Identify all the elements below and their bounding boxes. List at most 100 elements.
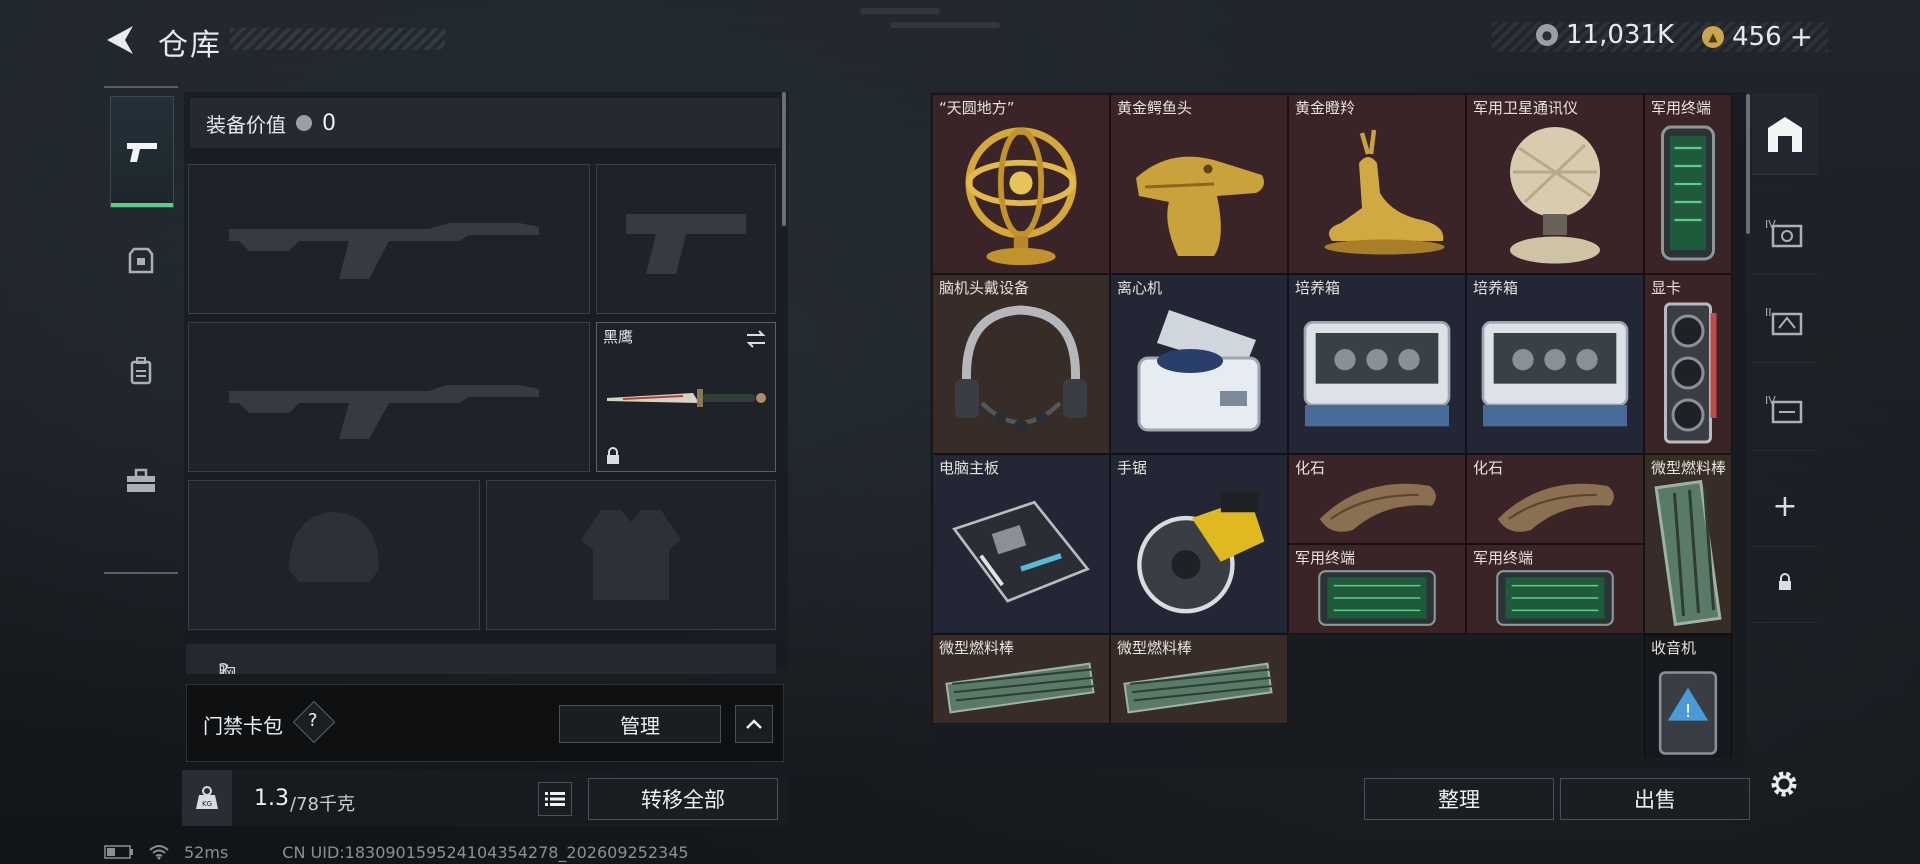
inventory-item[interactable]: 微型燃料棒 (932, 634, 1110, 724)
item-image (933, 653, 1109, 723)
inventory-item[interactable]: 军用终端 (1466, 544, 1644, 634)
sell-button[interactable]: 出售 (1560, 778, 1750, 820)
weight-icon-box: KG (182, 770, 232, 826)
tab-backpack[interactable] (110, 316, 172, 426)
inventory-item[interactable]: “天圆地方” (932, 94, 1110, 274)
back-button[interactable] (100, 20, 140, 60)
silver-coin-icon (296, 115, 312, 131)
helmet-slot[interactable] (188, 480, 480, 630)
list-icon (545, 792, 565, 806)
armillary-icon (965, 127, 1077, 266)
ping: 52ms (184, 842, 229, 862)
svg-text:II: II (1765, 306, 1772, 319)
warehouse-scrollbar[interactable] (1746, 94, 1750, 234)
tab-all-storage[interactable] (1752, 94, 1818, 175)
item-image (1111, 293, 1287, 453)
svg-text:!: ! (1684, 702, 1691, 722)
item-name: 电脑主板 (939, 459, 1000, 477)
item-image (1467, 563, 1643, 633)
melee-slot[interactable]: 黑鹰 (596, 322, 776, 472)
locked-storage-tab[interactable] (1752, 542, 1818, 623)
tab-storage-4a[interactable]: IV (1752, 194, 1818, 275)
inventory-item[interactable]: 化石 (1288, 454, 1466, 544)
loadout-scrollbar[interactable] (782, 92, 786, 226)
saw-icon (1137, 491, 1265, 614)
inventory-item[interactable]: 化石 (1466, 454, 1644, 544)
tab-toolbox[interactable] (110, 426, 172, 536)
inventory-item[interactable]: 显卡 (1644, 274, 1732, 454)
tab-armor[interactable] (110, 206, 172, 316)
item-image (1111, 653, 1287, 723)
terminal-h-icon (1318, 570, 1436, 626)
title-decoration (230, 28, 445, 50)
manage-button[interactable]: 管理 (559, 705, 721, 743)
inventory-item[interactable]: 脑机头戴设备 (932, 274, 1110, 454)
warehouse-icon (1768, 117, 1802, 152)
sidearm-slot[interactable] (596, 164, 776, 314)
silver-currency[interactable]: ● 11,031K (1536, 20, 1674, 50)
inventory-item[interactable]: 离心机 (1110, 274, 1288, 454)
svg-text:IV: IV (1765, 218, 1776, 231)
gold-add-button[interactable]: + (1790, 20, 1813, 53)
lock-icon (607, 447, 619, 464)
toolbox-icon (127, 468, 155, 492)
vest-count: 2 (218, 660, 230, 674)
svg-text:IV: IV (1765, 394, 1776, 407)
inventory-item[interactable]: 军用卫星通讯仪 (1466, 94, 1644, 274)
gear-icon (1771, 771, 1797, 797)
item-image: ! (1645, 653, 1731, 758)
inventory-item[interactable]: 培养箱 (1288, 274, 1466, 454)
item-name: 离心机 (1117, 279, 1163, 297)
item-name: 黄金鳄鱼头 (1117, 99, 1193, 117)
melee-slot-label: 黑鹰 (603, 328, 634, 346)
storage-box-icon: II (1765, 306, 1803, 336)
settings-button[interactable] (1764, 764, 1804, 804)
swap-icon[interactable] (745, 329, 767, 349)
expand-button[interactable] (735, 705, 773, 743)
secondary-weapon-slot[interactable] (188, 322, 590, 472)
primary-weapon-slot[interactable] (188, 164, 590, 314)
incubator-icon (1481, 321, 1629, 427)
pistol-icon (127, 143, 157, 162)
fuel-h-icon (1123, 662, 1275, 714)
vest-section[interactable]: 胸挂 2 (186, 644, 776, 674)
fuel-v-icon (1654, 479, 1722, 627)
inventory-item[interactable]: 手锯 (1110, 454, 1288, 634)
inventory-item[interactable]: 军用终端 (1288, 544, 1466, 634)
loadout-category-tabs (104, 86, 178, 574)
help-icon[interactable]: ? (308, 710, 318, 731)
inventory-item[interactable]: 培养箱 (1466, 274, 1644, 454)
item-name: 显卡 (1651, 279, 1682, 297)
transfer-all-button[interactable]: 转移全部 (588, 778, 778, 820)
storage-box-icon: IV (1765, 394, 1803, 424)
armor-vest-icon (128, 247, 154, 274)
inventory-item[interactable]: 黄金瞪羚 (1288, 94, 1466, 274)
item-name: 军用卫星通讯仪 (1473, 99, 1579, 117)
inventory-item[interactable]: 黄金鳄鱼头 (1110, 94, 1288, 274)
inventory-item[interactable]: 电脑主板 (932, 454, 1110, 634)
inventory-item[interactable]: 微型燃料棒 (1110, 634, 1288, 724)
equip-value-header: 装备价值 0 (190, 98, 780, 148)
inventory-item[interactable]: ! 收音机 (1644, 634, 1732, 758)
rifle-silhouette-icon (229, 385, 539, 439)
item-image (1645, 113, 1731, 273)
item-image (1645, 293, 1731, 453)
item-image (1289, 473, 1465, 543)
gold-currency[interactable]: ▲ 456 + (1702, 20, 1813, 53)
tab-weapons[interactable] (110, 96, 174, 208)
item-name: 微型燃料棒 (1117, 639, 1193, 657)
user-uid: CN UID:1830901595241043542​78_2026092523… (282, 842, 689, 862)
list-view-button[interactable] (538, 782, 572, 816)
inventory-item[interactable]: 军用终端 (1644, 94, 1732, 274)
croc-icon (1136, 156, 1264, 256)
body-armor-slot[interactable] (486, 480, 776, 630)
chevron-up-icon (746, 719, 762, 729)
fossil-icon (1319, 483, 1436, 532)
add-storage-tab[interactable]: + (1752, 466, 1818, 547)
tab-storage-4b[interactable]: IV (1752, 370, 1818, 451)
tab-storage-2[interactable]: II (1752, 282, 1818, 363)
inventory-item[interactable]: 微型燃料棒 (1644, 454, 1732, 634)
rifle-silhouette-icon (229, 223, 539, 279)
silver-coin-icon: ● (1536, 24, 1558, 46)
sort-button[interactable]: 整理 (1364, 778, 1554, 820)
